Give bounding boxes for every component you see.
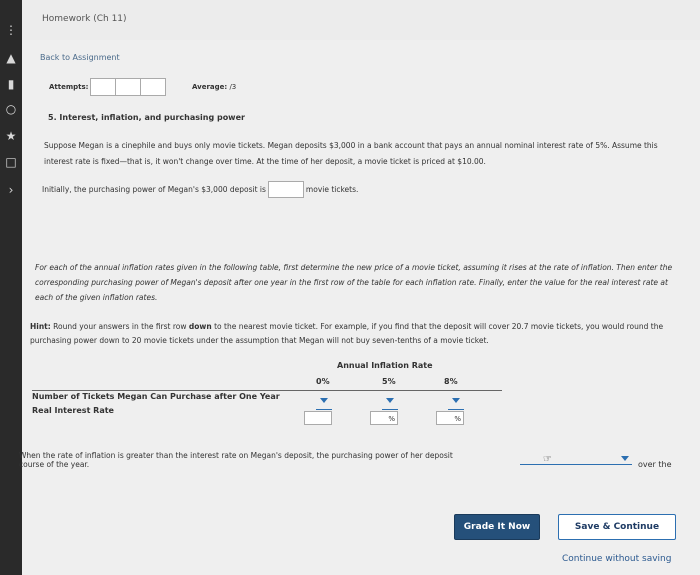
row-label-real-rate: Real Interest Rate — [32, 406, 114, 415]
question-title: 5. Interest, inflation, and purchasing p… — [48, 113, 245, 122]
left-rail: ⋮ ▲ ▮ ○ ★ □ › — [0, 0, 22, 575]
chevron-down-icon — [386, 398, 394, 403]
hint-label: Hint: — [30, 322, 51, 331]
table-divider — [32, 390, 502, 391]
home-icon[interactable]: ▲ — [3, 50, 19, 66]
average-display: Average: /3 — [192, 83, 236, 91]
bookmark-icon[interactable]: ★ — [3, 128, 19, 144]
save-continue-button[interactable]: Save & Continue — [558, 514, 676, 540]
content-area: Back to Assignment Attempts: Average: /3… — [19, 40, 700, 575]
chevron-down-icon — [621, 456, 629, 461]
continue-without-saving-link[interactable]: Continue without saving — [562, 554, 671, 564]
header-title: Homework (Ch 11) — [42, 14, 127, 24]
initial-suffix: movie tickets. — [305, 185, 359, 194]
attempts-indicator — [90, 78, 166, 96]
book-icon[interactable]: ▮ — [3, 76, 19, 92]
col-0pct: 0% — [316, 377, 330, 386]
header-bar: Homework (Ch 11) — [22, 0, 700, 41]
hint-prefix: Round your answers in the first row — [53, 322, 187, 331]
table-header: Annual Inflation Rate — [337, 361, 433, 370]
question-intro: Suppose Megan is a cinephile and buys on… — [44, 141, 658, 166]
initial-tickets-input[interactable] — [267, 181, 304, 198]
average-value: /3 — [229, 83, 237, 91]
attempts-label: Attempts: — [49, 83, 89, 91]
attempt-box — [140, 78, 166, 96]
initial-purchasing-power-line: Initially, the purchasing power of Megan… — [42, 181, 358, 198]
hint-text: Hint: Round your answers in the first ro… — [30, 320, 690, 348]
initial-prefix: Initially, the purchasing power of Megan… — [42, 185, 266, 194]
clock-icon[interactable]: ○ — [3, 101, 19, 117]
table-column-headers: 0% 5% 8% — [302, 377, 502, 391]
chevron-icon[interactable]: › — [3, 182, 19, 198]
average-label: Average: — [192, 83, 228, 91]
tickets-5pct-dropdown[interactable] — [382, 398, 398, 410]
over-the-text: over the — [638, 460, 672, 469]
grade-it-now-button[interactable]: Grade It Now — [454, 514, 540, 540]
real-rate-8pct-input[interactable]: % — [436, 411, 464, 425]
row-label-tickets: Number of Tickets Megan Can Purchase aft… — [32, 392, 280, 401]
tickets-8pct-dropdown[interactable] — [448, 398, 464, 410]
table-instructions: For each of the annual inflation rates g… — [35, 263, 673, 302]
dropdown-underline — [316, 409, 332, 410]
chevron-down-icon — [452, 398, 460, 403]
back-to-assignment-link[interactable]: Back to Assignment — [40, 53, 120, 62]
dropdown-underline — [448, 409, 464, 410]
col-5pct: 5% — [382, 377, 396, 386]
attempt-box — [90, 78, 116, 96]
purchasing-power-dropdown[interactable] — [520, 454, 632, 465]
dropdown-underline — [382, 409, 398, 410]
tickets-0pct-dropdown[interactable] — [316, 398, 332, 410]
real-rate-5pct-input[interactable]: % — [370, 411, 398, 425]
real-rate-0pct-input[interactable] — [304, 411, 332, 425]
attempt-box — [115, 78, 141, 96]
menu-icon[interactable]: ⋮ — [3, 22, 19, 38]
col-8pct: 8% — [444, 377, 458, 386]
hint-bold: down — [188, 322, 212, 331]
chevron-down-icon — [320, 398, 328, 403]
notes-icon[interactable]: □ — [3, 154, 19, 170]
course-text: course of the year. — [19, 460, 90, 469]
